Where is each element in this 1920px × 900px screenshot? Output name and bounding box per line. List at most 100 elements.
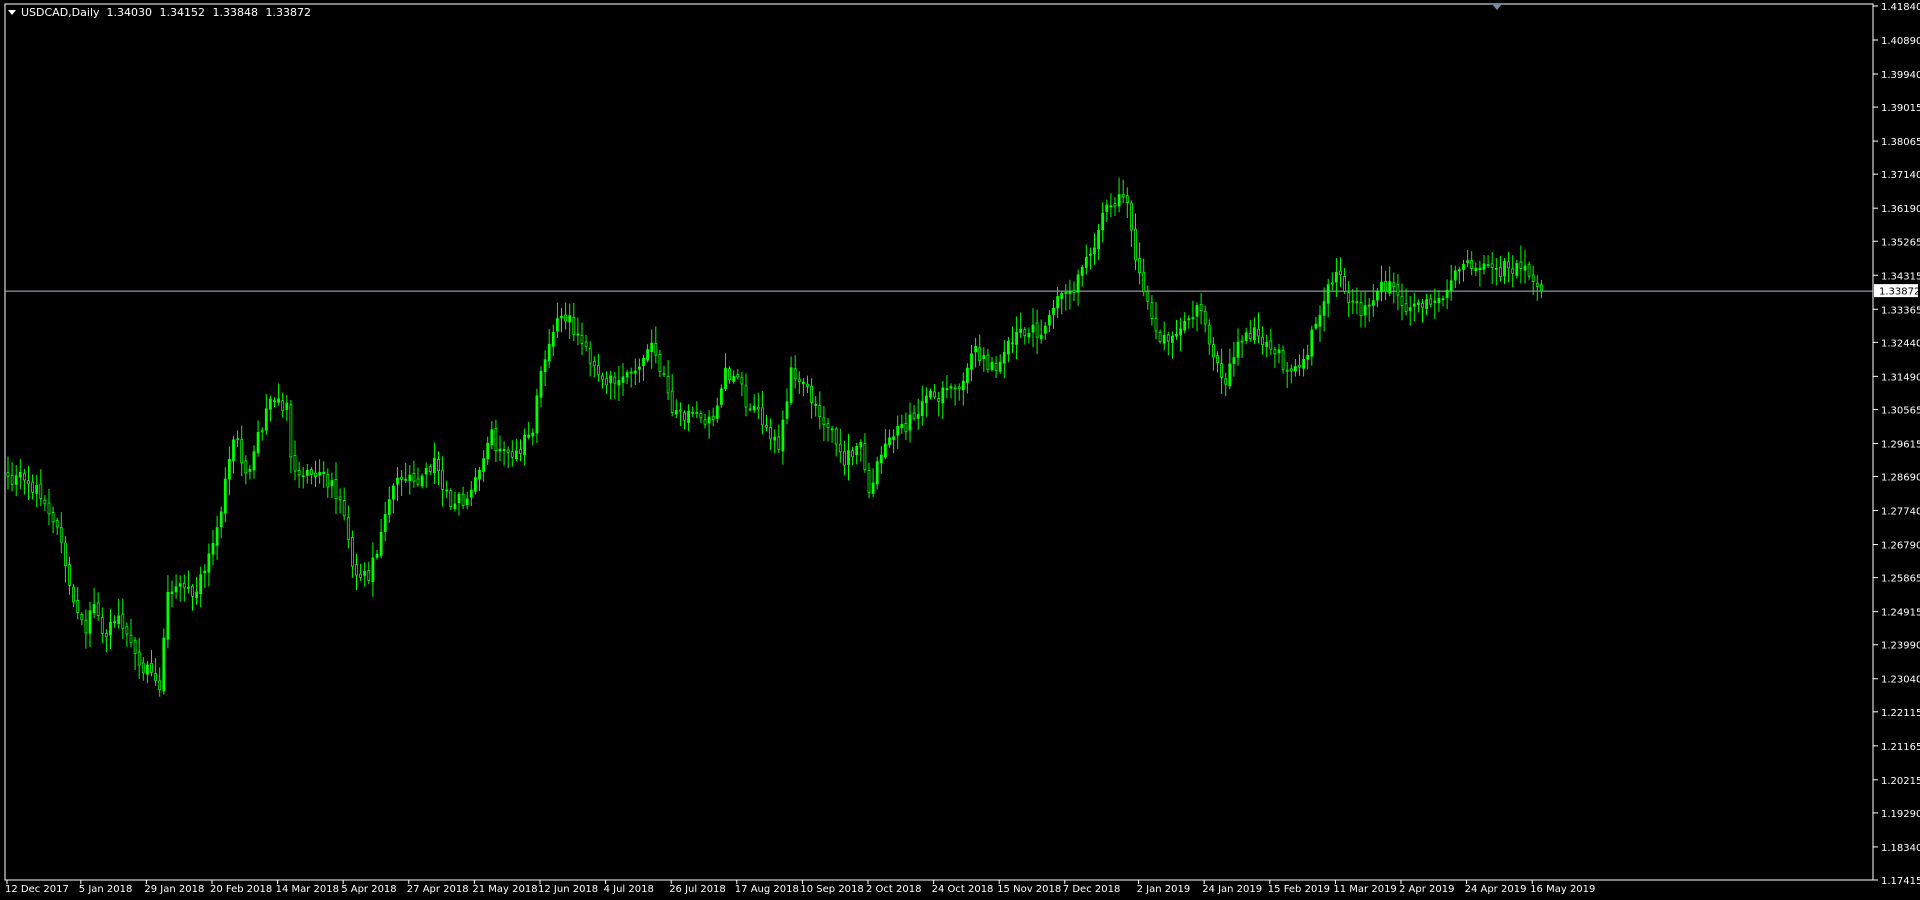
candle-body: [650, 342, 654, 352]
candle: [1064, 284, 1068, 311]
candle-body: [170, 591, 174, 594]
candle: [186, 570, 190, 594]
candle: [1400, 283, 1404, 321]
candle: [441, 456, 445, 507]
candle-body: [580, 334, 584, 344]
candle-body: [560, 315, 563, 319]
chart-window[interactable]: 1.41840 1.40890 1.39940 1.39015 1.38065 1.371…: [0, 0, 1920, 900]
candle: [916, 398, 920, 430]
candle-body: [695, 411, 699, 414]
candle-body: [1400, 295, 1404, 306]
price-chart[interactable]: 1.41840 1.40890 1.39940 1.39015 1.38065 1.371…: [0, 0, 1920, 900]
y-tick-label: 1.41840: [1881, 2, 1920, 13]
candle-body: [1462, 263, 1465, 270]
candle-body: [920, 401, 924, 417]
candle-body: [1388, 281, 1392, 294]
candle-body: [441, 469, 445, 490]
candle-body: [174, 586, 178, 593]
candle-body: [105, 633, 108, 638]
candle: [1023, 327, 1027, 345]
candle: [105, 629, 108, 653]
time-axis[interactable]: 12 Dec 2017 5 Jan 2018 29 Jan 2018 20 Feb 2…: [5, 880, 1595, 895]
candle: [1347, 280, 1351, 317]
candle-body: [830, 428, 834, 431]
candle: [1216, 351, 1219, 373]
ohlc-values: 1.34030 1.34152 1.33848 1.33872: [107, 6, 316, 19]
candle-body: [1474, 268, 1478, 271]
candle: [248, 465, 252, 480]
candle-body: [371, 557, 375, 583]
y-tick-label: 1.17415: [1881, 876, 1920, 887]
candle: [1494, 258, 1498, 286]
candle-body: [51, 512, 55, 523]
chart-shift-icon[interactable]: [1492, 4, 1502, 10]
candle-body: [1097, 229, 1100, 250]
candle: [1228, 348, 1232, 390]
chart-menu-icon[interactable]: [8, 9, 16, 15]
candle: [506, 446, 510, 468]
candle-body: [1191, 317, 1195, 319]
candle: [252, 445, 256, 479]
candle-body: [1084, 257, 1088, 268]
candle: [1236, 328, 1240, 366]
candle-body: [1326, 284, 1330, 304]
candle: [203, 564, 207, 588]
candle: [806, 375, 809, 393]
candle-body: [1523, 265, 1527, 271]
candle: [1310, 325, 1314, 366]
candle-body: [1076, 274, 1080, 293]
candle: [1445, 279, 1449, 310]
candle-body: [80, 614, 84, 621]
candle: [707, 410, 711, 439]
candle-body: [539, 371, 543, 398]
candle: [724, 353, 727, 392]
candle-body: [683, 412, 686, 421]
candle: [1314, 316, 1318, 331]
candle-body: [925, 395, 928, 404]
price-axis[interactable]: 1.41840 1.40890 1.39940 1.39015 1.38065 1.371…: [1873, 2, 1920, 887]
candle: [1527, 261, 1531, 280]
candle-body: [227, 458, 231, 480]
x-tick-label: 26 Jul 2018: [669, 884, 726, 895]
candle: [129, 618, 133, 648]
candle: [1195, 302, 1199, 332]
candle-body: [396, 477, 399, 485]
close-value: 1.33872: [265, 5, 312, 19]
candle-body: [478, 470, 481, 480]
candle-body: [264, 408, 268, 431]
candle-body: [605, 378, 608, 386]
candle: [830, 425, 834, 443]
candle: [961, 372, 965, 406]
candle: [781, 410, 785, 465]
candle-body: [10, 474, 14, 485]
candle-body: [1535, 282, 1539, 287]
candle-body: [793, 368, 797, 380]
candle-body: [1134, 228, 1137, 261]
candle-body: [113, 621, 116, 624]
candle-body: [1232, 357, 1236, 364]
candle: [519, 439, 522, 462]
candle: [141, 657, 145, 681]
candle: [523, 428, 526, 466]
candle-body: [806, 383, 809, 387]
candle: [1011, 326, 1014, 353]
candle: [621, 363, 625, 396]
candle: [1166, 331, 1170, 356]
candle: [133, 637, 137, 671]
candle-body: [843, 451, 846, 466]
candle-body: [1138, 258, 1141, 273]
candle-body: [1310, 329, 1314, 357]
candle: [638, 358, 641, 383]
candle-body: [1064, 291, 1068, 294]
y-tick-label: 1.22115: [1881, 708, 1920, 719]
candle: [1199, 293, 1203, 325]
candle: [391, 483, 395, 514]
candle: [679, 402, 682, 427]
candle-body: [556, 318, 559, 332]
candle-body: [260, 430, 264, 433]
candle-body: [14, 475, 18, 485]
candle: [625, 369, 629, 385]
candle-body: [609, 375, 613, 384]
candle-body: [6, 472, 10, 477]
y-tick-label: 1.39015: [1881, 103, 1920, 114]
